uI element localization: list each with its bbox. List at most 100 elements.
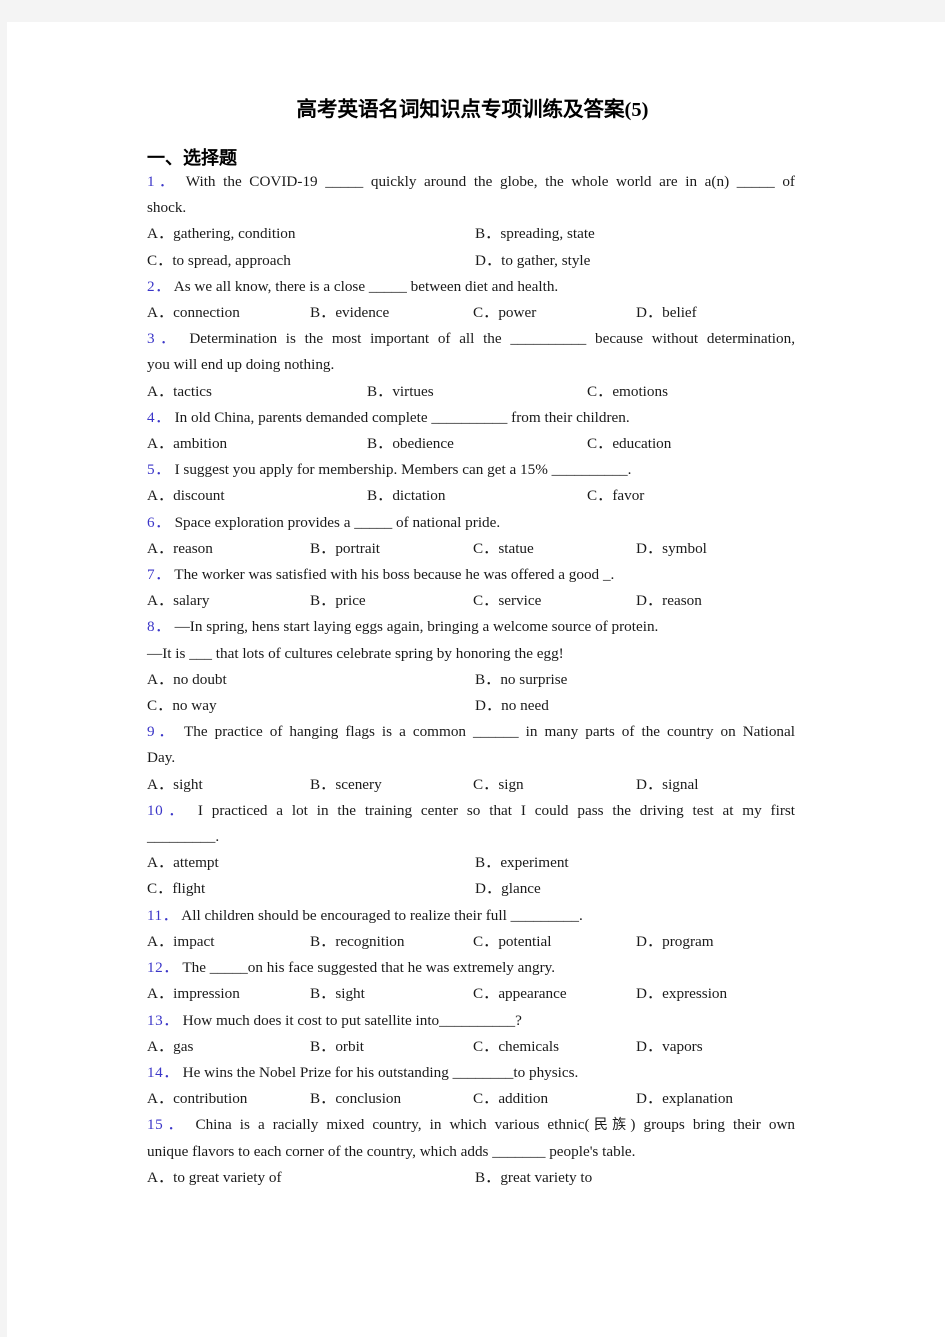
question-number: 2． (147, 277, 171, 295)
option-choice[interactable]: B．no surprise (475, 667, 803, 693)
option-choice[interactable]: A．discount (147, 483, 367, 509)
option-choice[interactable]: B．virtues (367, 379, 587, 405)
option-choice[interactable]: A．no doubt (147, 667, 475, 693)
option-choice[interactable]: C．statue (473, 536, 636, 562)
option-choice[interactable]: B．portrait (310, 536, 473, 562)
option-choice[interactable]: C．emotions (587, 379, 807, 405)
option-choice[interactable]: C．sign (473, 772, 636, 798)
question-number: 14． (147, 1063, 179, 1081)
option-choice[interactable]: C．potential (473, 929, 636, 955)
option-row: A．sight B．scenery C．sign D．signal (147, 772, 795, 798)
option-choice[interactable]: A．gathering, condition (147, 221, 475, 247)
question-stem-continued: _________. (147, 828, 220, 846)
option-choice[interactable]: A．to great variety of (147, 1165, 475, 1191)
question-stem-text: I practiced a lot in the training center… (189, 801, 796, 819)
option-choice[interactable]: B．evidence (310, 300, 473, 326)
option-choice[interactable]: A．connection (147, 300, 310, 326)
option-choice[interactable]: B．experiment (475, 850, 803, 876)
option-choice[interactable]: D．symbol (636, 536, 799, 562)
option-choice[interactable]: B．spreading, state (475, 221, 803, 247)
option-choice[interactable]: C．addition (473, 1086, 636, 1112)
option-choice[interactable]: A．sight (147, 772, 310, 798)
question-item: 4． In old China, parents demanded comple… (147, 405, 795, 457)
option-choice[interactable]: D．program (636, 929, 799, 955)
option-choice[interactable]: D．vapors (636, 1034, 799, 1060)
option-choice[interactable]: C．no way (147, 693, 475, 719)
question-stem: 3． Determination is the most important o… (147, 326, 795, 352)
option-choice[interactable]: B．obedience (367, 431, 587, 457)
option-choice[interactable]: A．salary (147, 588, 310, 614)
question-item: 15． China is a racially mixed country, i… (147, 1112, 795, 1191)
option-choice[interactable]: A．gas (147, 1034, 310, 1060)
option-choice[interactable]: B．scenery (310, 772, 473, 798)
question-item: 1． With the COVID-19 _____ quickly aroun… (147, 169, 795, 274)
question-stem-text: The worker was satisfied with his boss b… (170, 566, 615, 584)
option-choice[interactable]: D．signal (636, 772, 799, 798)
option-choice[interactable]: C．chemicals (473, 1034, 636, 1060)
option-row: A．connection B．evidence C．power D．belief (147, 300, 795, 326)
option-row: A．attempt B．experiment (147, 850, 795, 876)
option-row: A．gathering, condition B．spreading, state (147, 221, 795, 247)
question-stem-continued: unique flavors to each corner of the cou… (147, 1142, 636, 1160)
option-choice[interactable]: C．appearance (473, 981, 636, 1007)
option-choice[interactable]: B．orbit (310, 1034, 473, 1060)
question-number: 7． (147, 566, 171, 584)
option-choice[interactable]: B．great variety to (475, 1165, 803, 1191)
question-number: 10． (147, 801, 189, 819)
question-stem-text: All children should be encouraged to rea… (178, 906, 583, 924)
question-stem-text: Determination is the most important of a… (180, 330, 796, 348)
option-row: C．flight D．glance (147, 876, 795, 902)
question-item: 14． He wins the Nobel Prize for his outs… (147, 1060, 795, 1112)
question-item: 2． As we all know, there is a close ____… (147, 274, 795, 326)
question-item: 9． The practice of hanging flags is a co… (147, 719, 795, 798)
option-choice[interactable]: A．attempt (147, 850, 475, 876)
option-row: A．reason B．portrait C．statue D．symbol (147, 536, 795, 562)
option-choice[interactable]: A．impact (147, 929, 310, 955)
question-stem-text: In old China, parents demanded complete … (170, 408, 630, 426)
question-stem: 2． As we all know, there is a close ____… (147, 274, 795, 300)
section-heading: 一、选择题 (147, 148, 237, 168)
question-list: 1． With the COVID-19 _____ quickly aroun… (147, 169, 795, 1191)
question-item: 5． I suggest you apply for membership. M… (147, 457, 795, 509)
option-choice[interactable]: D．no need (475, 693, 803, 719)
question-number: 11． (147, 906, 179, 924)
option-choice[interactable]: A．tactics (147, 379, 367, 405)
document-content: 高考英语名词知识点专项训练及答案(5) 一、选择题 1． With the CO… (0, 0, 945, 1337)
question-stem: 4． In old China, parents demanded comple… (147, 405, 795, 431)
option-choice[interactable]: A．contribution (147, 1086, 310, 1112)
question-stem: 1． With the COVID-19 _____ quickly aroun… (147, 169, 795, 195)
question-number: 13． (147, 1011, 179, 1029)
option-choice[interactable]: B．sight (310, 981, 473, 1007)
option-choice[interactable]: C．service (473, 588, 636, 614)
option-choice[interactable]: B．recognition (310, 929, 473, 955)
question-item: 3． Determination is the most important o… (147, 326, 795, 405)
question-stem-text: He wins the Nobel Prize for his outstand… (178, 1063, 579, 1081)
option-choice[interactable]: B．dictation (367, 483, 587, 509)
option-choice[interactable]: C．to spread, approach (147, 248, 475, 274)
option-choice[interactable]: A．impression (147, 981, 310, 1007)
option-row: A．to great variety of B．great variety to (147, 1165, 795, 1191)
question-stem-continued: —It is ___ that lots of cultures celebra… (147, 644, 564, 662)
option-choice[interactable]: D．expression (636, 981, 799, 1007)
option-choice[interactable]: C．education (587, 431, 807, 457)
option-choice[interactable]: C．power (473, 300, 636, 326)
option-choice[interactable]: A．reason (147, 536, 310, 562)
option-choice[interactable]: D．reason (636, 588, 799, 614)
option-row: A．impression B．sight C．appearance D．express… (147, 981, 795, 1007)
option-choice[interactable]: A．ambition (147, 431, 367, 457)
option-choice[interactable]: C．flight (147, 876, 475, 902)
question-number: 3． (147, 330, 181, 348)
question-number: 12． (147, 959, 179, 977)
question-stem: 8． —In spring, hens start laying eggs ag… (147, 614, 795, 640)
option-choice[interactable]: C．favor (587, 483, 807, 509)
option-row: A．salary B．price C．service D．reason (147, 588, 795, 614)
question-item: 7． The worker was satisfied with his bos… (147, 562, 795, 614)
option-choice[interactable]: D．to gather, style (475, 248, 803, 274)
option-choice[interactable]: D．belief (636, 300, 799, 326)
option-choice[interactable]: D．explanation (636, 1086, 799, 1112)
question-stem: 15． China is a racially mixed country, i… (147, 1112, 795, 1138)
option-choice[interactable]: D．glance (475, 876, 803, 902)
option-choice[interactable]: B．conclusion (310, 1086, 473, 1112)
option-choice[interactable]: B．price (310, 588, 473, 614)
question-stem-text: How much does it cost to put satellite i… (178, 1011, 522, 1029)
